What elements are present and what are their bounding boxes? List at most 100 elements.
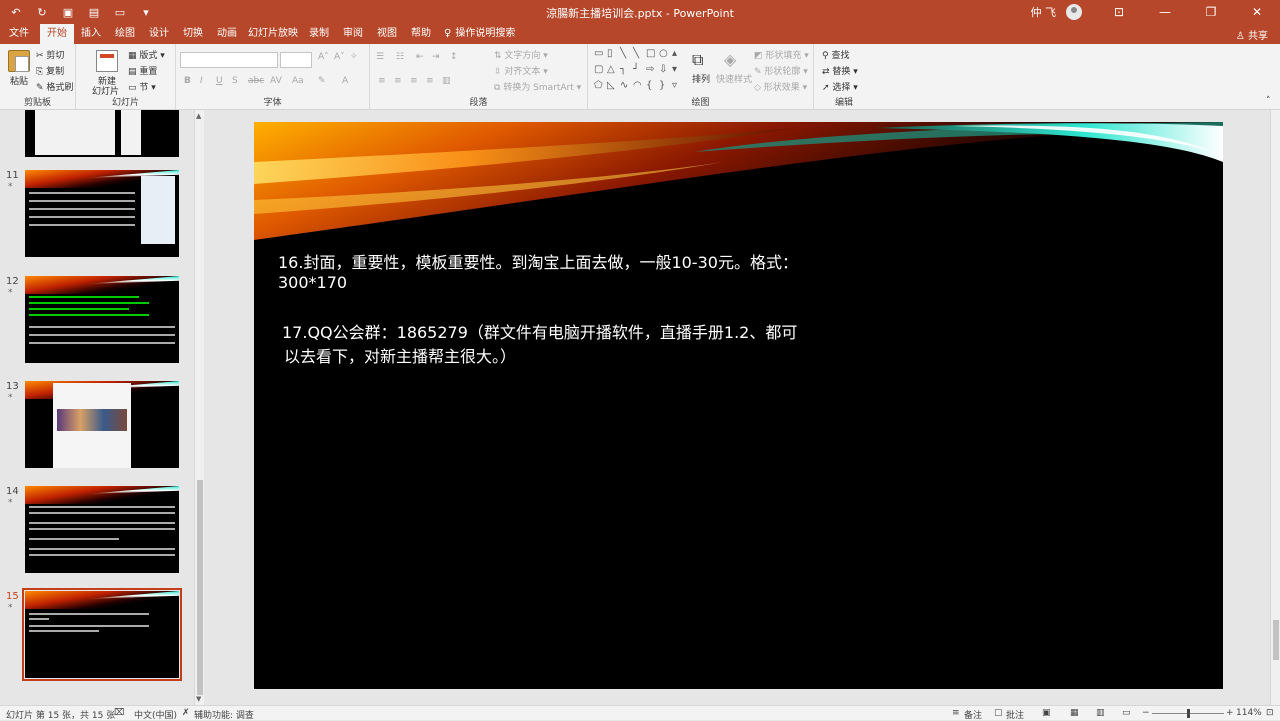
format-painter-button[interactable]: ✎ 格式刷 — [36, 80, 73, 93]
thumbnail-image[interactable] — [25, 276, 179, 363]
reading-view-icon[interactable]: ▥ — [1096, 708, 1105, 718]
align-right-icon[interactable]: ≡ — [410, 76, 418, 86]
columns-icon[interactable]: ▥ — [442, 76, 451, 86]
vertical-textbox-icon[interactable]: ▯ — [607, 48, 619, 63]
elbow-arrow-icon[interactable]: ┘ — [633, 64, 645, 79]
thumbnail-image[interactable] — [25, 170, 179, 257]
numbering-icon[interactable]: ☷ — [396, 52, 404, 62]
section-button[interactable]: ▭ 节 ▾ — [128, 80, 156, 93]
notes-icon[interactable]: ≡ — [952, 708, 960, 718]
language-indicator[interactable]: 中文(中国) — [134, 708, 177, 721]
arc-shape-icon[interactable]: ◠ — [633, 80, 645, 95]
tab-slideshow[interactable]: 幻灯片放映 — [248, 24, 298, 44]
zoom-out-icon[interactable]: − — [1142, 708, 1150, 718]
scrollbar-thumb[interactable] — [197, 480, 203, 695]
accessibility-status[interactable]: 辅助功能: 调查 — [194, 708, 254, 721]
select-button[interactable]: ➚ 选择 ▾ — [822, 80, 858, 93]
quick-styles-icon[interactable]: ◈ — [724, 50, 736, 69]
underline-icon[interactable]: U — [216, 76, 223, 86]
tab-review[interactable]: 审阅 — [338, 24, 368, 44]
zoom-level[interactable]: 114% — [1236, 708, 1262, 718]
find-button[interactable]: ⚲ 查找 — [822, 48, 849, 61]
elbow-connector-icon[interactable]: ┐ — [620, 64, 632, 79]
shape-outline-button[interactable]: ✎ 形状轮廓 ▾ — [754, 64, 808, 77]
tab-transitions[interactable]: 切换 — [178, 24, 208, 44]
avatar[interactable] — [1066, 4, 1082, 20]
comments-button[interactable]: 批注 — [1006, 708, 1024, 721]
bullets-icon[interactable]: ☰ — [376, 52, 384, 62]
spell-check-icon[interactable]: ⌧ — [114, 708, 124, 718]
new-slide-icon[interactable] — [96, 50, 118, 72]
scroll-up-icon[interactable]: ▲ — [196, 112, 201, 120]
scroll-down-icon[interactable]: ▼ — [196, 695, 201, 703]
decrease-font-icon[interactable]: A˅ — [334, 52, 345, 62]
thumbnail-13[interactable]: 13 * — [0, 381, 192, 476]
align-text-button[interactable]: ⇳ 对齐文本 ▾ — [494, 64, 548, 77]
smartart-button[interactable]: ⧉ 转换为 SmartArt ▾ — [494, 80, 581, 93]
cut-button[interactable]: ✂ 剪切 — [36, 48, 64, 61]
triangle-shape-icon[interactable]: △ — [607, 64, 619, 79]
reset-button[interactable]: ▤ 重置 — [128, 64, 157, 77]
tab-help[interactable]: 帮助 — [406, 24, 436, 44]
shapes-gallery[interactable]: ▭ ▯ ╲ ╲ □ ○ ▴ ▢ △ ┐ ┘ ⇨ ⇩ ▾ ⬠ ◺ ∿ ◠{} ▿ — [594, 48, 686, 94]
zoom-slider-knob[interactable] — [1187, 709, 1190, 718]
tab-view[interactable]: 视图 — [372, 24, 402, 44]
clear-formatting-icon[interactable]: ✧ — [350, 52, 358, 62]
slide-text-line-1[interactable]: 16.封面，重要性，模板重要性。到淘宝上面去做，一般10-30元。格式： — [278, 249, 798, 273]
thumbnail-11[interactable]: 11 * — [0, 170, 192, 265]
shape-effects-button[interactable]: ◇ 形状效果 ▾ — [754, 80, 807, 93]
tab-design[interactable]: 设计 — [144, 24, 174, 44]
share-button[interactable]: ♙ 共享 — [1236, 27, 1268, 42]
editor-scrollbar[interactable] — [1270, 110, 1280, 705]
font-color-icon[interactable]: A — [342, 76, 348, 86]
justify-icon[interactable]: ≡ — [426, 76, 434, 86]
italic-icon[interactable]: I — [200, 76, 203, 86]
copy-button[interactable]: ⎘ 复制 — [36, 64, 64, 77]
highlight-icon[interactable]: ✎ — [318, 76, 326, 86]
shadow-icon[interactable]: S — [232, 76, 238, 86]
tab-insert[interactable]: 插入 — [76, 24, 106, 44]
rounded-rect-shape-icon[interactable]: ▢ — [594, 64, 606, 79]
rectangle-shape-icon[interactable]: □ — [646, 48, 658, 63]
layout-button[interactable]: ▦ 版式 ▾ — [128, 48, 165, 61]
slideshow-view-icon[interactable]: ▭ — [1122, 708, 1131, 718]
slide-text-line-3[interactable]: 17.QQ公会群：1865279（群文件有电脑开播软件，直播手册1.2、都可 — [282, 319, 797, 343]
shape-fill-button[interactable]: ◩ 形状填充 ▾ — [754, 48, 809, 61]
thumbnail-image[interactable] — [25, 381, 179, 468]
collapse-ribbon-icon[interactable]: ˄ — [1266, 96, 1271, 106]
restore-icon[interactable]: ❐ — [1188, 0, 1234, 24]
normal-view-icon[interactable]: ▣ — [1042, 708, 1051, 718]
ribbon-display-options-icon[interactable]: ⊡ — [1096, 0, 1142, 24]
notes-button[interactable]: 备注 — [964, 708, 982, 721]
tell-me-search[interactable]: ♀ 操作说明搜索 — [444, 24, 524, 44]
char-spacing-icon[interactable]: AV — [270, 76, 282, 86]
arrange-button[interactable]: 排列 — [692, 72, 710, 85]
shapes-scroll-up-icon[interactable]: ▴ — [672, 48, 684, 63]
comments-icon[interactable]: ▢ — [994, 708, 1003, 718]
align-center-icon[interactable]: ≡ — [394, 76, 402, 86]
oval-shape-icon[interactable]: ○ — [659, 48, 671, 63]
minimize-icon[interactable]: — — [1142, 0, 1188, 24]
slide-sorter-icon[interactable]: ▦ — [1070, 708, 1079, 718]
thumbnail-image-selected[interactable] — [22, 588, 182, 681]
right-arrow-shape-icon[interactable]: ⇨ — [646, 64, 658, 79]
paste-button[interactable]: 粘贴 — [10, 74, 28, 87]
tab-home[interactable]: 开始 — [40, 24, 74, 44]
shapes-more-icon[interactable]: ▿ — [672, 80, 684, 95]
thumbnail-image[interactable] — [25, 486, 179, 573]
tab-draw[interactable]: 绘图 — [110, 24, 140, 44]
fit-slide-icon[interactable]: ⊡ — [1266, 708, 1274, 718]
arrange-icon[interactable]: ⧉ — [692, 50, 703, 70]
font-name-input[interactable] — [180, 52, 278, 68]
line-spacing-icon[interactable]: ↕ — [450, 52, 458, 62]
line-shape-icon[interactable]: ╲ — [620, 48, 632, 63]
strikethrough-icon[interactable]: abc — [248, 76, 264, 86]
change-case-icon[interactable]: Aa — [292, 76, 304, 86]
editor-scrollbar-thumb[interactable] — [1273, 620, 1279, 660]
align-left-icon[interactable]: ≡ — [378, 76, 386, 86]
slide-text-line-2[interactable]: 300*170 — [278, 273, 347, 292]
user-name[interactable]: 仲 飞 — [1031, 4, 1057, 20]
thumbnail-12[interactable]: 12 * — [0, 276, 192, 371]
increase-font-icon[interactable]: A˄ — [318, 52, 329, 62]
bold-icon[interactable]: B — [184, 76, 191, 86]
